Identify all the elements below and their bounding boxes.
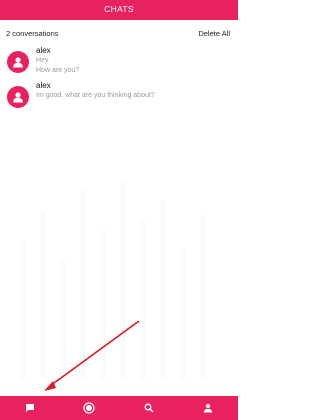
nav-camera-button[interactable] [69,396,109,420]
camera-lens-icon [83,402,95,414]
search-icon [144,403,154,413]
avatar [7,86,29,108]
message-preview: How are you? [36,66,80,74]
conversation-toolbar: 2 conversations Delete All [0,20,238,46]
avatar [7,51,29,73]
contact-name: alex [36,81,51,90]
background-watermark [20,180,206,380]
person-icon [13,92,23,103]
conversation-text: alex Im good. what are you thinking abou… [36,81,155,101]
conversation-item[interactable]: alex Hey How are you? [0,46,238,80]
person-icon [13,57,23,68]
message-preview: Hey [36,57,49,64]
profile-icon [204,403,213,413]
bottom-nav [0,396,238,420]
contact-name: alex [36,46,51,55]
conversation-item[interactable]: alex Im good. what are you thinking abou… [0,81,238,115]
nav-search-button[interactable] [129,396,169,420]
conversation-count: 2 conversations [6,28,59,38]
nav-chats-button[interactable] [10,396,50,420]
page-title: CHATS [104,4,134,14]
nav-profile-button[interactable] [188,396,228,420]
message-preview: Im good. what are you thinking about? [36,92,155,99]
conversation-text: alex Hey How are you? [36,46,79,75]
delete-all-button[interactable]: Delete All [198,29,230,38]
app-header: CHATS [0,0,238,20]
conversation-list: alex Hey How are you? alex Im good. what… [0,46,238,116]
chat-icon [25,404,34,412]
